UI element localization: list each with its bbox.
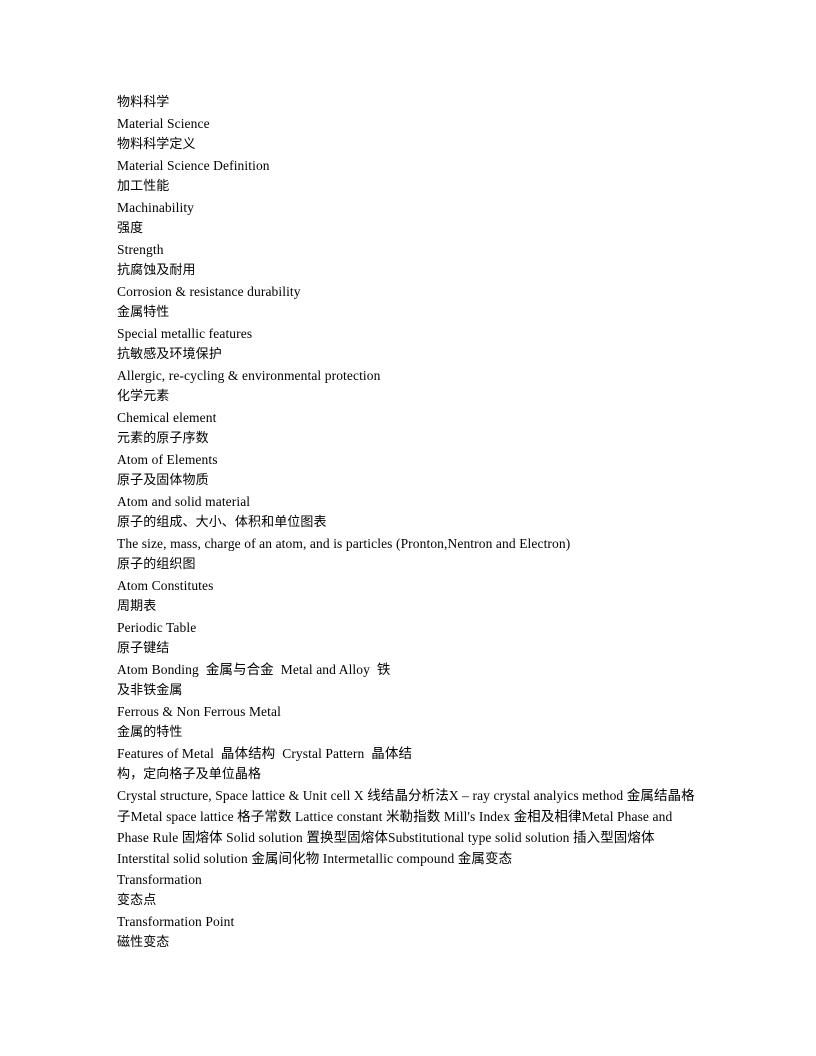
glossary-line: Chemical element [117,410,217,425]
glossary-line: 原子键结 [117,641,170,656]
glossary-line: 金属的特性 [117,725,183,740]
glossary-line: Transformation [117,872,202,887]
glossary-line: 化学元素 [117,389,170,404]
glossary-line: 强度 [117,221,144,236]
glossary-line: Periodic Table [117,620,197,635]
glossary-line: Material Science [117,116,210,131]
glossary-line: Atom Bonding 金属与合金 Metal and Alloy 铁 [117,662,391,677]
glossary-line: Features of Metal 晶体结构 Crystal Pattern 晶… [117,746,413,761]
glossary-line: 及非铁金属 [117,683,183,698]
glossary-line: Ferrous & Non Ferrous Metal [117,704,281,719]
glossary-line: Material Science Definition [117,158,270,173]
glossary-line: The size, mass, charge of an atom, and i… [117,536,571,551]
glossary-line: 抗腐蚀及耐用 [117,263,196,278]
glossary-line: Allergic, re-cycling & environmental pro… [117,368,381,383]
glossary-line: Atom of Elements [117,452,218,467]
glossary-line: 抗敏感及环境保护 [117,347,222,362]
glossary-line: 构，定向格子及单位晶格 [117,767,262,782]
glossary-line: Special metallic features [117,326,253,341]
document-page: 物料科学 Material Science 物料科学定义 Material Sc… [0,0,816,1056]
glossary-line: 元素的原子序数 [117,431,209,446]
glossary-line: Corrosion & resistance durability [117,284,301,299]
glossary-run-on-paragraph: Crystal structure, Space lattice & Unit … [117,788,695,866]
glossary-line: Strength [117,242,164,257]
glossary-line: 磁性变态 [117,935,170,950]
glossary-line: 原子的组成、大小、体积和单位图表 [117,515,327,530]
glossary-line: 物料科学 [117,95,170,110]
glossary-line: 原子的组织图 [117,557,196,572]
glossary-line: Atom Constitutes [117,578,214,593]
glossary-line: Transformation Point [117,914,235,929]
glossary-line: 原子及固体物质 [117,473,209,488]
glossary-line: 周期表 [117,599,157,614]
glossary-line: 加工性能 [117,179,170,194]
glossary-line: 物料科学定义 [117,137,196,152]
glossary-line: 金属特性 [117,305,170,320]
glossary-line: Atom and solid material [117,494,251,509]
glossary-line: 变态点 [117,893,157,908]
glossary-line: Machinability [117,200,195,215]
document-body: 物料科学 Material Science 物料科学定义 Material Sc… [117,92,701,953]
